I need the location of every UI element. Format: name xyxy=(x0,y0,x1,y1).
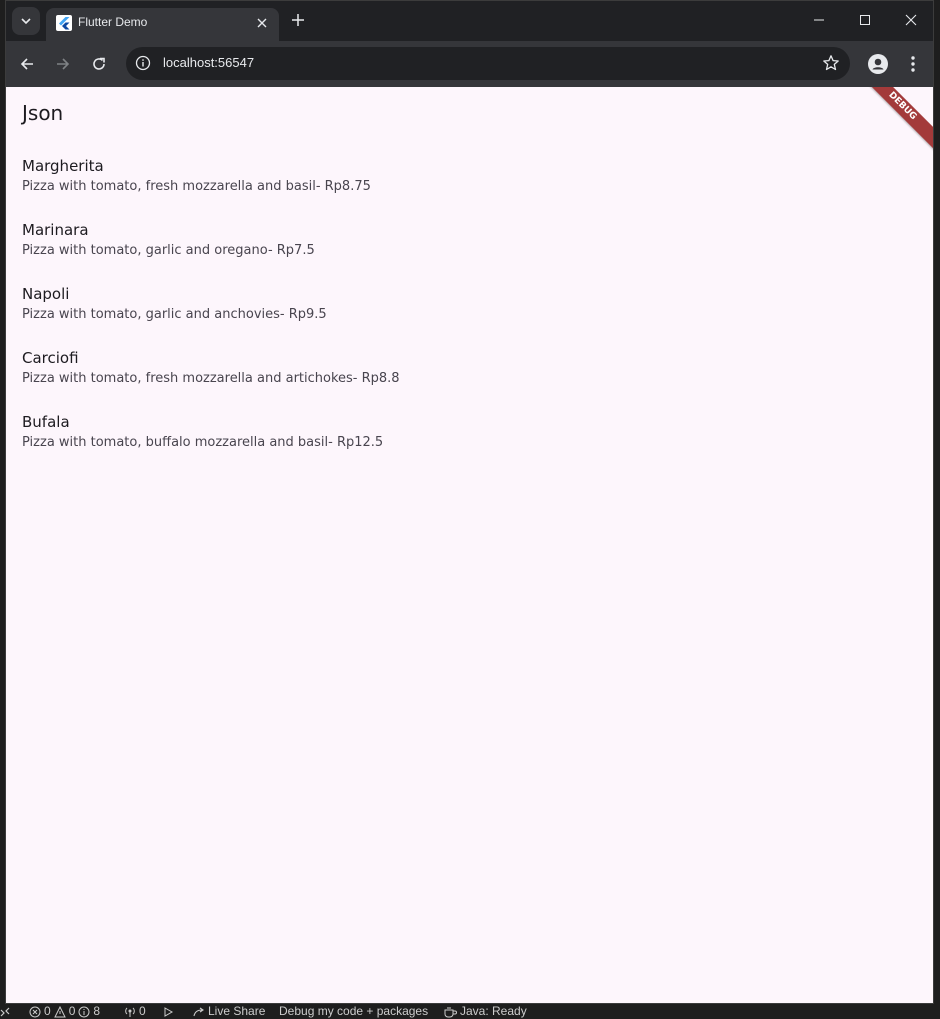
url-text: localhost:56547 xyxy=(163,55,255,70)
list-item-title: Marinara xyxy=(22,221,89,239)
reload-icon xyxy=(93,57,105,70)
list-item[interactable]: Margherita Pizza with tomato, fresh mozz… xyxy=(22,157,400,221)
minimize-button[interactable] xyxy=(799,6,839,34)
reload-button[interactable] xyxy=(86,51,112,77)
list-item[interactable]: Napoli Pizza with tomato, garlic and anc… xyxy=(22,285,400,349)
remote-indicator[interactable] xyxy=(0,1004,10,1019)
live-share-button[interactable]: Live Share xyxy=(193,1004,265,1019)
tab-close-icon[interactable] xyxy=(253,14,271,32)
java-status[interactable]: Java: Ready xyxy=(444,1004,527,1019)
debug-run-icon xyxy=(164,1006,174,1017)
live-share-icon xyxy=(193,1007,204,1016)
flutter-logo-icon xyxy=(56,15,72,31)
list-item[interactable]: Carciofi Pizza with tomato, fresh mozzar… xyxy=(22,349,400,413)
list-item-subtitle: Pizza with tomato, garlic and oregano- R… xyxy=(22,243,315,258)
plus-icon xyxy=(292,14,304,26)
address-bar[interactable]: localhost:56547 xyxy=(126,47,850,80)
tab-search-button[interactable] xyxy=(12,7,40,35)
debug-banner: DEBUG xyxy=(857,87,933,151)
arrow-right-icon xyxy=(57,58,70,70)
info-count: 8 xyxy=(93,1004,101,1018)
maximize-button[interactable] xyxy=(845,6,885,34)
ports-count: 0 xyxy=(139,1004,146,1018)
vscode-status-bar: 0 0 8 0 Live Share Debug my code + packa… xyxy=(0,1004,940,1019)
profile-button[interactable] xyxy=(864,50,892,78)
problems-indicator[interactable]: 0 0 8 xyxy=(29,1004,100,1019)
minimize-icon xyxy=(814,19,824,21)
java-status-label: Java: Ready xyxy=(460,1004,527,1018)
list-item-title: Bufala xyxy=(22,413,70,431)
browser-window: Flutter Demo localhost:56547 Json DEBUG … xyxy=(5,0,934,1004)
arrow-left-icon xyxy=(20,58,33,70)
pizza-list: Margherita Pizza with tomato, fresh mozz… xyxy=(22,157,400,477)
profile-avatar-icon xyxy=(868,54,888,74)
ports-indicator[interactable]: 0 xyxy=(124,1004,146,1019)
list-item-subtitle: Pizza with tomato, garlic and anchovies-… xyxy=(22,307,327,322)
more-vertical-icon xyxy=(911,56,915,72)
live-share-label: Live Share xyxy=(208,1004,266,1018)
maximize-icon xyxy=(860,15,870,25)
list-item[interactable]: Bufala Pizza with tomato, buffalo mozzar… xyxy=(22,413,400,477)
warning-count: 0 xyxy=(68,1004,76,1018)
close-icon xyxy=(905,14,917,26)
close-window-button[interactable] xyxy=(891,6,931,34)
browser-toolbar: localhost:56547 xyxy=(6,41,933,87)
tab-title: Flutter Demo xyxy=(78,15,148,29)
page-title: Json xyxy=(22,101,64,125)
error-count: 0 xyxy=(44,1004,51,1018)
back-button[interactable] xyxy=(14,51,40,77)
list-item-subtitle: Pizza with tomato, fresh mozzarella and … xyxy=(22,371,400,386)
chevron-down-icon xyxy=(21,18,31,25)
warning-icon xyxy=(53,1005,66,1017)
error-icon xyxy=(29,1006,41,1017)
run-debug-indicator[interactable] xyxy=(162,1004,174,1019)
new-tab-button[interactable] xyxy=(287,9,309,31)
browser-menu-button[interactable] xyxy=(900,51,926,77)
info-icon xyxy=(78,1006,90,1017)
broadcast-icon xyxy=(125,1007,135,1017)
debug-mode-selector[interactable]: Debug my code + packages xyxy=(279,1004,428,1019)
site-info-icon[interactable] xyxy=(135,55,151,71)
tab-flutter-demo[interactable]: Flutter Demo xyxy=(46,8,279,41)
tab-strip: Flutter Demo xyxy=(6,1,933,41)
flutter-app-viewport: Json DEBUG Margherita Pizza with tomato,… xyxy=(6,87,933,1003)
remote-icon xyxy=(0,1007,10,1016)
list-item-title: Napoli xyxy=(22,285,70,303)
list-item-subtitle: Pizza with tomato, fresh mozzarella and … xyxy=(22,179,371,194)
coffee-cup-icon xyxy=(444,1006,457,1017)
list-item-title: Carciofi xyxy=(22,349,79,367)
list-item[interactable]: Marinara Pizza with tomato, garlic and o… xyxy=(22,221,400,285)
list-item-title: Margherita xyxy=(22,157,104,175)
debug-mode-label: Debug my code + packages xyxy=(279,1004,429,1018)
list-item-subtitle: Pizza with tomato, buffalo mozzarella an… xyxy=(22,435,384,450)
forward-button[interactable] xyxy=(50,51,76,77)
bookmark-star-icon[interactable] xyxy=(822,54,840,72)
